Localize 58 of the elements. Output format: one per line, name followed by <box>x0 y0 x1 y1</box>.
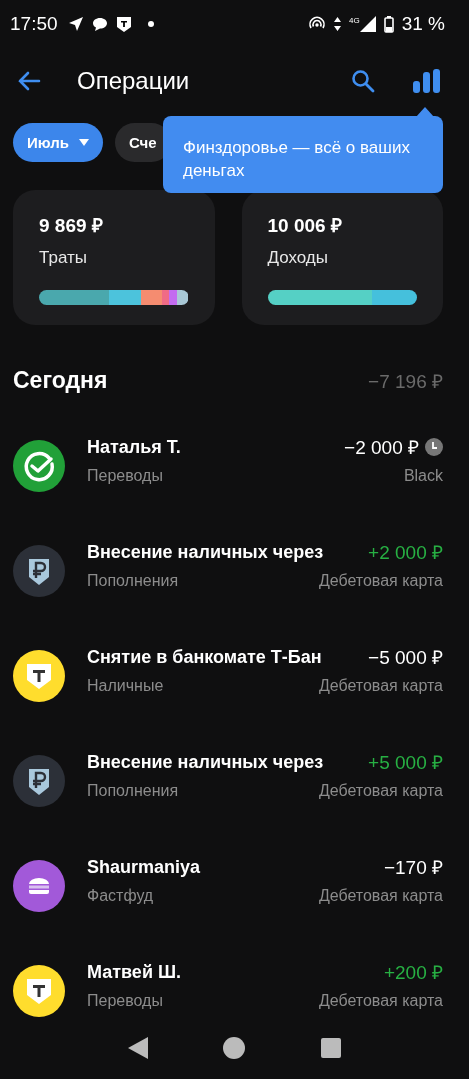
account-name: Black <box>403 467 443 485</box>
battery-level: 31 % <box>401 13 445 35</box>
back-arrow-icon[interactable] <box>17 71 41 91</box>
summary-card[interactable]: 10 006 ₽ Доходы <box>241 190 443 325</box>
notification-dot-icon <box>147 21 154 27</box>
ruble-avatar-icon <box>13 545 65 597</box>
summary-card[interactable]: 9 869 ₽ Траты <box>13 190 215 325</box>
operation-category: Переводы <box>87 467 163 485</box>
filter-chip[interactable]: Июль <box>13 123 103 162</box>
operation-amount: +2 000 ₽ <box>368 541 443 565</box>
home-nav-icon[interactable] <box>223 1037 246 1059</box>
bar-chart-icon[interactable] <box>413 69 441 93</box>
status-time: 17:50 <box>10 13 58 35</box>
operation-category: Пополнения <box>87 572 179 590</box>
account-name: Дебетовая карта <box>318 677 443 695</box>
operation-amount: −170 ₽ <box>383 856 443 880</box>
operation-name[interactable]: Внесение наличных через <box>87 751 324 773</box>
shield-avatar-icon <box>13 965 65 1017</box>
ruble-avatar-icon <box>13 755 65 807</box>
signal-icon <box>359 16 376 32</box>
operation-amount: +200 ₽ <box>383 961 443 985</box>
account-name: Дебетовая карта <box>318 887 443 905</box>
operation-name[interactable]: Наталья Т. <box>87 436 181 458</box>
operation-category: Пополнения <box>87 782 179 800</box>
operation-category: Фастфуд <box>87 887 154 905</box>
summary-amount: 10 006 ₽ <box>267 214 343 238</box>
account-name: Дебетовая карта <box>318 572 443 590</box>
operation-name[interactable]: Снятие в банкомате Т-Бан <box>87 646 322 668</box>
page-title: Операции <box>77 67 190 95</box>
operation-amount: −5 000 ₽ <box>368 646 443 670</box>
summary-label: Доходы <box>267 248 329 268</box>
operation-category: Наличные <box>87 677 164 695</box>
back-nav-icon[interactable] <box>127 1037 148 1059</box>
network-type: 4G <box>349 15 360 25</box>
chat-bubble-icon <box>91 16 108 32</box>
shield-avatar-icon <box>13 650 65 702</box>
summary-label: Траты <box>39 248 88 268</box>
recents-nav-icon[interactable] <box>321 1038 342 1058</box>
clock-icon <box>425 438 443 456</box>
caret-icon <box>78 139 89 146</box>
data-arrows-icon <box>334 17 341 31</box>
operation-name[interactable]: Внесение наличных через <box>87 541 324 563</box>
operation-amount: +5 000 ₽ <box>368 751 443 775</box>
operation-name[interactable]: Матвей Ш. <box>87 961 182 983</box>
operation-name[interactable]: Shaurmaniya <box>87 856 201 878</box>
account-name: Дебетовая карта <box>318 782 443 800</box>
section-total: −7 196 ₽ <box>368 369 443 394</box>
battery-icon <box>383 15 394 33</box>
location-arrow-icon <box>67 16 84 32</box>
shield-icon <box>115 15 132 33</box>
section-title: Сегодня <box>13 367 108 394</box>
operation-amount: −2 000 ₽ <box>344 436 419 460</box>
search-icon[interactable] <box>351 69 375 93</box>
account-name: Дебетовая карта <box>318 992 443 1010</box>
operation-category: Переводы <box>87 992 163 1010</box>
burger-avatar-icon <box>13 860 65 912</box>
check-circle-avatar-icon <box>13 440 65 492</box>
summary-amount: 9 869 ₽ <box>39 214 104 238</box>
